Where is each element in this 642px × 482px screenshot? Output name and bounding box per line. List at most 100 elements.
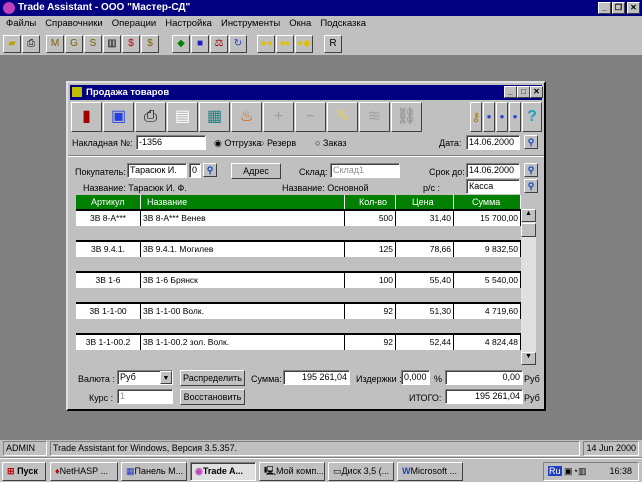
account-lookup-icon[interactable]: ⚲ — [524, 179, 538, 193]
cell-qty[interactable]: 125 — [345, 242, 396, 257]
scroll-down-icon[interactable]: ▼ — [521, 352, 536, 365]
coin-bag-icon[interactable]: $ — [141, 35, 159, 53]
buyer-lookup-icon[interactable]: ⚲ — [203, 163, 217, 177]
link-icon[interactable]: ⛓ — [391, 102, 422, 132]
cell-name[interactable]: 3В 8-А*** Венев — [141, 211, 345, 226]
cell-qty[interactable]: 100 — [345, 273, 396, 288]
account-input[interactable]: Касса — [466, 179, 520, 194]
scroll-up-icon[interactable]: ▲ — [521, 209, 536, 222]
cell-article[interactable]: 3В 8-А*** — [76, 211, 141, 226]
remove-icon[interactable]: − — [295, 102, 326, 132]
refresh-icon[interactable]: ↻ — [229, 35, 247, 53]
cell-sum[interactable]: 4 824,48 — [454, 335, 521, 350]
printer-icon[interactable]: ⎙ — [22, 35, 40, 53]
currency-select[interactable]: Руб ▼ — [117, 370, 173, 385]
add-icon[interactable]: + — [263, 102, 294, 132]
menu-references[interactable]: Справочники — [45, 16, 103, 32]
restore-button[interactable]: Восстановить — [180, 389, 245, 405]
arrow-left-icon[interactable]: ●◂ — [257, 35, 275, 53]
cell-sum[interactable]: 15 700,00 — [454, 211, 521, 226]
task-microsoft[interactable]: WMicrosoft ... — [397, 462, 463, 481]
scroll-thumb[interactable] — [521, 223, 536, 237]
address-button[interactable]: Адрес — [231, 163, 281, 179]
barcode-icon[interactable]: ▥ — [103, 35, 121, 53]
table-row[interactable]: 3В 1-6 3В 1-6 Брянск 100 55,40 5 540,00 — [76, 271, 521, 288]
language-indicator[interactable]: Ru — [548, 466, 562, 476]
cell-article[interactable]: 3В 1-1-00.2 — [76, 335, 141, 350]
menu-operations[interactable]: Операции — [112, 16, 156, 32]
invoice-number-input[interactable]: -1356 — [136, 135, 206, 150]
task-nethasp[interactable]: ♦NetHASP ... — [50, 462, 118, 481]
scales-icon[interactable]: ⚖ — [210, 35, 228, 53]
arrow-right-icon[interactable]: ●▸ — [276, 35, 294, 53]
blue-dot-icon-1[interactable]: ● — [483, 102, 495, 132]
menu-help[interactable]: Подсказка — [320, 16, 366, 32]
radio-reserve[interactable]: ○ Резерв — [259, 138, 296, 148]
tray-icons[interactable]: ▣◔▥ — [564, 466, 586, 476]
payment-icon[interactable]: ◆ — [172, 35, 190, 53]
cell-article[interactable]: 3В 9.4.1. — [76, 242, 141, 257]
cash-register-icon[interactable]: ▦ — [199, 102, 230, 132]
column-header-qty[interactable]: Кол-во — [345, 195, 396, 209]
table-row[interactable]: 3В 1-1-00 3В 1-1-00 Волк. 92 51,30 4 719,60 — [76, 302, 521, 319]
table-row[interactable]: 3В 9.4.1. 3В 9.4.1. Могилев 125 78,66 9 832,… — [76, 240, 521, 257]
radio-order[interactable]: ○ Заказ — [315, 138, 347, 148]
distribute-button[interactable]: Распределить — [180, 370, 245, 386]
cell-article[interactable]: 3В 1-6 — [76, 273, 141, 288]
costs-percent-input[interactable]: 0,000 — [401, 370, 430, 385]
swap-icon[interactable]: ●◆ — [295, 35, 313, 53]
cell-name[interactable]: 3В 1-1-00 Волк. — [141, 304, 345, 319]
cell-price[interactable]: 52,44 — [396, 335, 454, 350]
money-icon[interactable]: M — [46, 35, 64, 53]
key-icon[interactable]: ⚷ — [470, 102, 482, 132]
cell-sum[interactable]: 4 719,60 — [454, 304, 521, 319]
dialog-close-button[interactable]: ✕ — [530, 86, 543, 98]
menu-settings[interactable]: Настройка — [165, 16, 212, 32]
date-lookup-icon[interactable]: ⚲ — [524, 135, 538, 149]
task-panel[interactable]: ▦Панель М... — [121, 462, 187, 481]
save-disk-icon[interactable]: ▣ — [103, 102, 134, 132]
task-floppy[interactable]: ▭Диск 3,5 (... — [328, 462, 394, 481]
buyer-code-input[interactable]: 0 — [189, 163, 201, 178]
chevron-down-icon[interactable]: ▼ — [160, 371, 172, 384]
cell-price[interactable]: 51,30 — [396, 304, 454, 319]
radio-shipment[interactable]: ◉ Отгрузка — [214, 138, 261, 149]
cell-sum[interactable]: 9 832,50 — [454, 242, 521, 257]
cell-qty[interactable]: 92 — [345, 335, 396, 350]
cell-name[interactable]: 3В 1-1-00.2 зол. Волк. — [141, 335, 345, 350]
money-bag-icon[interactable]: G — [65, 35, 83, 53]
rate-input[interactable]: 1 — [117, 389, 173, 404]
cell-article[interactable]: 3В 1-1-00 — [76, 304, 141, 319]
table-row[interactable]: 3В 1-1-00.2 3В 1-1-00.2 зол. Волк. 92 52,44… — [76, 333, 521, 350]
due-date-input[interactable]: 14.06.2000 — [466, 163, 520, 178]
date-input[interactable]: 14.06.2000 — [466, 135, 520, 150]
grid-scrollbar[interactable]: ▲ ▼ — [521, 209, 536, 365]
due-date-lookup-icon[interactable]: ⚲ — [524, 163, 538, 177]
report-icon[interactable]: R — [324, 35, 342, 53]
task-my-computer[interactable]: 🖳Мой комп... — [259, 462, 325, 481]
table-row[interactable]: 3В 8-А*** 3В 8-А*** Венев 500 31,40 15 700,0… — [76, 209, 521, 226]
exit-door-icon[interactable]: ▮ — [71, 102, 102, 132]
cube-icon[interactable]: ■ — [191, 35, 209, 53]
blank-document-icon[interactable]: ▤ — [167, 102, 198, 132]
column-header-article[interactable]: Артикул — [76, 195, 141, 209]
cell-price[interactable]: 78,66 — [396, 242, 454, 257]
menu-windows[interactable]: Окна — [289, 16, 311, 32]
restore-button[interactable]: ❐ — [612, 2, 625, 14]
note-pin-icon[interactable]: ✎ — [327, 102, 358, 132]
cell-price[interactable]: 55,40 — [396, 273, 454, 288]
warehouse-input[interactable]: Склад1 — [330, 163, 400, 178]
column-header-price[interactable]: Цена — [396, 195, 454, 209]
task-trade-assistant[interactable]: ◉Trade A... — [190, 462, 256, 481]
cell-name[interactable]: 3В 9.4.1. Могилев — [141, 242, 345, 257]
blue-dot-icon-2[interactable]: ● — [496, 102, 508, 132]
cell-qty[interactable]: 500 — [345, 211, 396, 226]
help-icon[interactable]: ? — [522, 102, 542, 132]
buyer-input[interactable]: Тарасюк И. — [127, 163, 187, 178]
dialog-minimize-button[interactable]: _ — [504, 86, 517, 98]
blue-dot-icon-3[interactable]: ● — [509, 102, 521, 132]
cell-sum[interactable]: 5 540,00 — [454, 273, 521, 288]
minimize-button[interactable]: _ — [598, 2, 611, 14]
money-s-icon[interactable]: S — [84, 35, 102, 53]
burn-document-icon[interactable]: ♨ — [231, 102, 262, 132]
